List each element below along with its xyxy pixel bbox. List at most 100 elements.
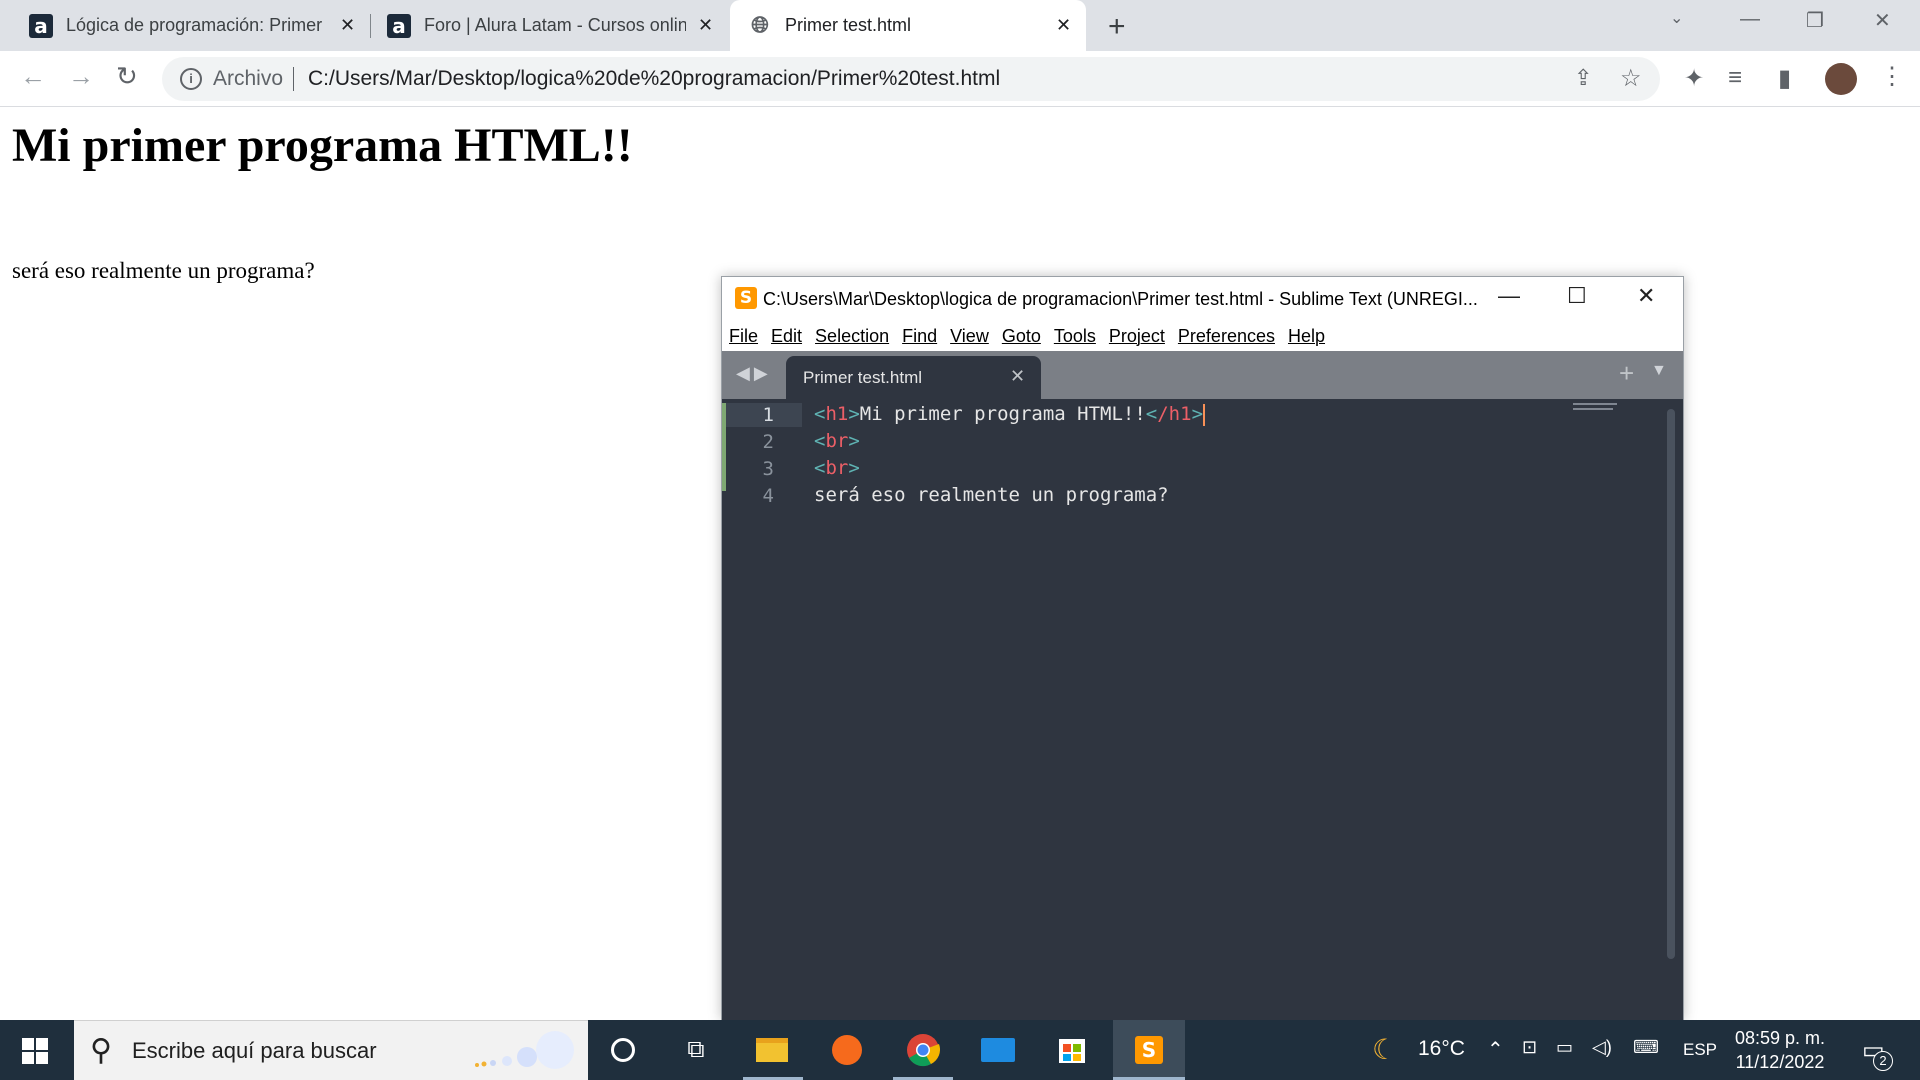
code-editor[interactable]: 1 2 3 4 <h1>Mi primer programa HTML!!</h… <box>722 399 1683 1021</box>
menu-project[interactable]: Project <box>1109 326 1165 347</box>
tab-title: Lógica de programación: Primer <box>66 15 323 35</box>
text-cursor <box>1203 403 1206 426</box>
close-icon[interactable]: ✕ <box>698 15 713 36</box>
sublime-menu-bar: File Edit Selection Find View Goto Tools… <box>722 321 1683 351</box>
minimize-button[interactable]: — <box>1498 283 1520 309</box>
menu-dots-icon[interactable]: ⋮ <box>1880 62 1904 91</box>
url-text[interactable]: C:/Users/Mar/Desktop/logica%20de%20progr… <box>308 67 1000 91</box>
mail-icon[interactable] <box>978 1030 1018 1070</box>
extensions-icon[interactable]: ✦ <box>1684 64 1704 93</box>
meet-now-icon[interactable]: ⊡ <box>1522 1037 1537 1058</box>
menu-find[interactable]: Find <box>902 326 937 347</box>
menu-goto[interactable]: Goto <box>1002 326 1041 347</box>
search-icon: ⚲ <box>90 1034 112 1067</box>
tab-list-dropdown-icon[interactable]: ▼ <box>1651 362 1667 380</box>
tab-search-icon[interactable]: ⌄ <box>1670 8 1683 28</box>
tab-nav-arrows-icon[interactable]: ◀▶ <box>736 363 772 384</box>
microsoft-store-icon[interactable] <box>1052 1030 1092 1070</box>
alura-icon: a <box>29 13 53 38</box>
menu-edit[interactable]: Edit <box>771 326 802 347</box>
chrome-icon[interactable] <box>903 1030 943 1070</box>
new-file-plus-icon[interactable]: + <box>1619 358 1634 389</box>
sublime-text-window[interactable]: S C:\Users\Mar\Desktop\logica de program… <box>721 276 1684 1021</box>
sublime-window-title: C:\Users\Mar\Desktop\logica de programac… <box>763 289 1478 309</box>
restore-button[interactable]: ❐ <box>1806 8 1824 33</box>
tab-title: Foro | Alura Latam - Cursos onlin <box>424 15 686 35</box>
sublime-logo-icon: S <box>735 287 757 309</box>
reload-button[interactable]: ↻ <box>116 61 138 92</box>
side-panel-icon[interactable]: ▮ <box>1778 64 1791 93</box>
code-tag: h1 <box>825 403 849 425</box>
network-icon[interactable]: ▭ <box>1556 1037 1573 1058</box>
close-icon[interactable]: ✕ <box>1056 15 1071 36</box>
code-line-3[interactable]: <br> <box>814 457 860 479</box>
forward-button[interactable]: → <box>68 61 94 92</box>
new-tab-button[interactable]: + <box>1108 10 1126 44</box>
input-language[interactable]: ESP <box>1683 1040 1717 1060</box>
media-control-icon[interactable]: ≡ <box>1728 64 1742 92</box>
tab-foro[interactable]: a Foro | Alura Latam - Cursos onlin ✕ <box>358 0 728 51</box>
browser-toolbar: ← → ↻ i Archivo C:/Users/Mar/Desktop/log… <box>0 51 1920 107</box>
system-clock[interactable]: 08:59 p. m. 11/12/2022 <box>1720 1026 1840 1074</box>
line-number: 4 <box>762 485 774 507</box>
maximize-button[interactable]: ☐ <box>1567 283 1587 309</box>
sublime-title-bar[interactable]: S C:\Users\Mar\Desktop\logica de program… <box>722 277 1683 321</box>
tab-logica[interactable]: a Lógica de programación: Primer ✕ <box>0 0 370 51</box>
address-divider <box>293 67 294 91</box>
code-tag: br <box>825 430 849 452</box>
code-text: será eso realmente un programa? <box>814 484 1169 506</box>
menu-file[interactable]: File <box>729 326 758 347</box>
brave-browser-icon[interactable] <box>827 1030 867 1070</box>
code-line-2[interactable]: <br> <box>814 430 860 452</box>
back-button[interactable]: ← <box>20 61 46 92</box>
cortana-icon[interactable] <box>603 1030 643 1070</box>
volume-icon[interactable]: ◁) <box>1592 1037 1612 1058</box>
close-icon[interactable]: ✕ <box>340 15 355 36</box>
globe-icon: 🌐︎ <box>751 12 769 38</box>
notification-count-badge: 2 <box>1873 1051 1893 1071</box>
windows-start-icon[interactable] <box>22 1038 48 1064</box>
close-button[interactable]: ✕ <box>1637 283 1655 309</box>
page-heading: Mi primer programa HTML!! <box>12 119 633 172</box>
address-bar[interactable]: i Archivo C:/Users/Mar/Desktop/logica%20… <box>162 57 1660 101</box>
clock-time: 08:59 p. m. <box>1734 1028 1826 1048</box>
code-line-1[interactable]: <h1>Mi primer programa HTML!!</h1> <box>814 403 1206 426</box>
menu-tools[interactable]: Tools <box>1054 326 1096 347</box>
menu-help[interactable]: Help <box>1288 326 1325 347</box>
task-view-icon[interactable]: ⧉ <box>676 1030 716 1070</box>
line-number: 2 <box>762 431 774 453</box>
sublime-tab-bar: ◀▶ Primer test.html ✕ + ▼ <box>722 351 1683 399</box>
file-explorer-icon[interactable] <box>752 1030 792 1070</box>
code-line-4[interactable]: será eso realmente un programa? <box>814 484 1169 506</box>
page-text: será eso realmente un programa? <box>12 258 315 283</box>
keyboard-icon[interactable]: ⌨ <box>1633 1037 1659 1058</box>
taskbar-search-box[interactable]: ⚲ Escribe aquí para buscar <box>74 1020 588 1080</box>
bookmark-star-icon[interactable]: ☆ <box>1620 64 1642 93</box>
vertical-scrollbar[interactable] <box>1667 409 1675 959</box>
weather-moon-icon[interactable]: ☾ <box>1372 1033 1397 1066</box>
editor-tab[interactable]: Primer test.html ✕ <box>786 356 1041 399</box>
menu-selection[interactable]: Selection <box>815 326 889 347</box>
code-tag: /h1 <box>1157 403 1192 425</box>
sublime-text-taskbar-icon[interactable]: S <box>1129 1030 1169 1070</box>
browser-tab-strip: a Lógica de programación: Primer ✕ a For… <box>0 0 1920 51</box>
weather-temperature[interactable]: 16°C <box>1418 1037 1465 1061</box>
windows-taskbar: ⚲ Escribe aquí para buscar ⧉ S ☾ 16°C ⌃ … <box>0 1020 1920 1080</box>
show-hidden-icons-chevron-icon[interactable]: ⌃ <box>1487 1037 1504 1062</box>
close-icon[interactable]: ✕ <box>1010 366 1025 387</box>
close-window-button[interactable]: ✕ <box>1874 8 1891 33</box>
share-icon[interactable]: ⇪ <box>1574 65 1592 91</box>
line-number: 3 <box>762 458 774 480</box>
menu-view[interactable]: View <box>950 326 989 347</box>
menu-preferences[interactable]: Preferences <box>1178 326 1275 347</box>
minimize-button[interactable]: — <box>1740 8 1760 31</box>
code-text: Mi primer programa HTML!! <box>859 403 1146 425</box>
search-placeholder: Escribe aquí para buscar <box>132 1038 377 1063</box>
tab-title: Primer test.html <box>785 15 912 35</box>
clock-date: 11/12/2022 <box>1735 1052 1825 1072</box>
minimap[interactable] <box>1573 403 1621 415</box>
tab-primer-test[interactable]: 🌐︎ Primer test.html ✕ <box>730 0 1086 51</box>
avatar[interactable] <box>1825 63 1857 95</box>
search-highlight-decoration-icon <box>475 1031 574 1069</box>
info-icon[interactable]: i <box>180 68 202 90</box>
